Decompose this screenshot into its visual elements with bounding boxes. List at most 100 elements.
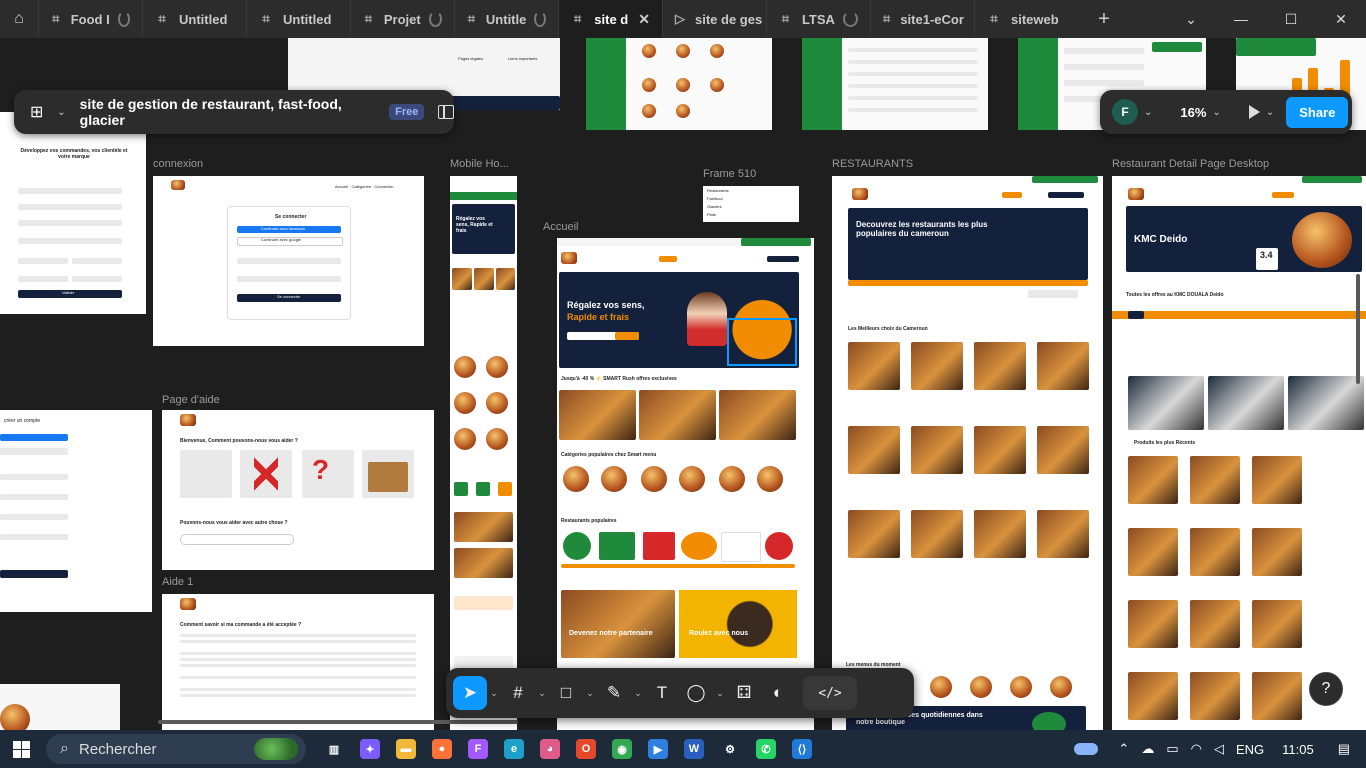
restaurant-card[interactable] (911, 342, 963, 390)
restaurant-card[interactable] (974, 426, 1026, 474)
restaurant-card[interactable] (1037, 426, 1089, 474)
horizontal-scrollbar[interactable] (158, 720, 518, 724)
word-icon[interactable]: W (676, 734, 712, 764)
tab-6[interactable]: ▷ site de ges (662, 0, 766, 38)
taskbar-search[interactable]: ⌕ Rechercher (46, 734, 306, 764)
media-player-icon[interactable]: ▶ (640, 734, 676, 764)
tab-9[interactable]: ⌗ siteweb (974, 0, 1084, 38)
present-chevron-icon[interactable]: ⌄ (1266, 107, 1274, 118)
battery-icon[interactable]: ▭ (1166, 741, 1178, 757)
restaurant-card[interactable] (911, 510, 963, 558)
plugin-tool-icon[interactable]: ◐ (761, 676, 795, 710)
figma-menu-icon[interactable]: ⊞ (30, 102, 53, 122)
frame-label-aide[interactable]: Page d'aide (162, 394, 220, 406)
copilot-icon[interactable]: ✦ (352, 734, 388, 764)
maximize-button[interactable]: ☐ (1266, 0, 1316, 38)
chevron-down-icon[interactable]: ⌄ (713, 688, 727, 699)
frame-restaurant-detail[interactable]: KMC Deido 3.4 Toutes les offres au KMC D… (1112, 176, 1366, 730)
avatar[interactable]: F (1112, 99, 1138, 125)
product-card[interactable] (1252, 600, 1302, 648)
tab-3[interactable]: ⌗ Projet (350, 0, 454, 38)
move-tool-icon[interactable]: ➤ (453, 676, 487, 710)
new-tab-button[interactable]: + (1084, 8, 1124, 31)
tab-0[interactable]: ⌗ Food I (38, 0, 142, 38)
sidebar-toggle-icon[interactable] (438, 105, 454, 119)
text-tool-icon[interactable]: T (645, 676, 679, 710)
onedrive-icon[interactable]: ☁ (1141, 741, 1154, 757)
product-card[interactable] (1128, 672, 1178, 720)
frame-connexion[interactable]: Accueil · Catégories · Connexion Se conn… (153, 176, 424, 346)
minimize-button[interactable]: — (1216, 0, 1266, 38)
chrome-icon[interactable]: ◉ (604, 734, 640, 764)
office-icon[interactable]: O (568, 734, 604, 764)
windows-start-icon[interactable] (0, 740, 42, 758)
product-card[interactable] (1128, 600, 1178, 648)
product-card[interactable] (1128, 456, 1178, 504)
product-card[interactable] (1190, 600, 1240, 648)
frame-label-accueil[interactable]: Accueil (543, 221, 578, 233)
product-card[interactable] (1252, 672, 1302, 720)
tab-5[interactable]: ⌗ site d ✕ (558, 0, 662, 38)
frame-aide-1[interactable]: Comment savoir si ma commande a été acce… (162, 594, 434, 730)
comment-tool-icon[interactable]: ◯ (679, 676, 713, 710)
share-button[interactable]: Share (1286, 96, 1349, 128)
frame-label-mobile[interactable]: Mobile Ho... (450, 158, 509, 170)
frame-dashboard-2[interactable] (802, 38, 988, 130)
frame-signup[interactable]: Développez vos commandes, vos clientèle … (0, 112, 146, 314)
restaurant-card[interactable] (974, 510, 1026, 558)
frame-dashboard-1[interactable] (586, 38, 772, 130)
edge-icon[interactable]: e (496, 734, 532, 764)
product-card[interactable] (1128, 528, 1178, 576)
zoom-chevron-icon[interactable]: ⌄ (1212, 107, 1220, 118)
chevron-down-icon[interactable]: ⌄ (57, 107, 65, 118)
plan-badge[interactable]: Free (389, 104, 425, 120)
tab-1[interactable]: ⌗ Untitled (142, 0, 246, 38)
help-button[interactable]: ? (1309, 672, 1343, 706)
present-play-icon[interactable] (1248, 105, 1260, 119)
firefox-icon[interactable]: ● (424, 734, 460, 764)
chevron-up-icon[interactable]: ⌃ (1118, 741, 1129, 757)
frame-label-aide1[interactable]: Aide 1 (162, 576, 193, 588)
paint-icon[interactable]: ◕ (532, 734, 568, 764)
restaurant-card[interactable] (974, 342, 1026, 390)
chevron-down-icon[interactable]: ⌄ (535, 688, 549, 699)
frame-accueil[interactable]: Régalez vos sens, Rapide et frais Jusqu'… (557, 238, 814, 730)
frame-label-detail[interactable]: Restaurant Detail Page Desktop (1112, 158, 1269, 170)
restaurant-card[interactable] (911, 426, 963, 474)
product-card[interactable] (1252, 528, 1302, 576)
restaurant-card[interactable] (848, 510, 900, 558)
frame-signup-2[interactable]: créer un compte (0, 410, 152, 612)
frame-tool-icon[interactable]: # (501, 676, 535, 710)
actions-tool-icon[interactable]: ⚃ (727, 676, 761, 710)
home-icon[interactable]: ⌂ (0, 0, 38, 38)
volume-icon[interactable]: ◁ (1214, 741, 1224, 757)
frame-label-connexion[interactable]: connexion (153, 158, 203, 170)
frame-label-510[interactable]: Frame 510 (703, 168, 756, 180)
tab-7[interactable]: ⌗ LTSA (766, 0, 870, 38)
language-indicator[interactable]: ENG (1236, 742, 1264, 757)
clock[interactable]: 11:05 (1282, 742, 1314, 757)
pen-tool-icon[interactable]: ✎ (597, 676, 631, 710)
notifications-icon[interactable]: ▤ (1338, 741, 1350, 757)
product-card[interactable] (1190, 672, 1240, 720)
weather-icon[interactable] (1074, 743, 1099, 755)
wifi-icon[interactable]: ◠ (1191, 741, 1202, 757)
settings-icon[interactable]: ⚙ (712, 734, 748, 764)
chevron-down-icon[interactable]: ⌄ (1144, 107, 1152, 118)
chevron-down-icon[interactable]: ⌄ (487, 688, 501, 699)
tab-2[interactable]: ⌗ Untitled (246, 0, 350, 38)
restaurant-card[interactable] (848, 426, 900, 474)
frame-mobile-home[interactable]: Régalez vos sens, Rapide et frais (450, 176, 517, 730)
vscode-icon[interactable]: ⟨⟩ (784, 734, 820, 764)
chevron-down-icon[interactable]: ⌄ (583, 688, 597, 699)
rectangle-tool-icon[interactable]: □ (549, 676, 583, 710)
dev-mode-toggle[interactable]: </> (803, 676, 857, 710)
restaurant-card[interactable] (1037, 342, 1089, 390)
file-explorer-icon[interactable]: ▬ (388, 734, 424, 764)
zoom-level[interactable]: 16% (1180, 105, 1206, 120)
restaurant-card[interactable] (848, 342, 900, 390)
frame-restaurants[interactable]: Decouvrez les restaurants les plus popul… (832, 176, 1103, 730)
frame-510[interactable]: Restaurants Fastfood Glaciers Plats (703, 186, 799, 222)
file-name[interactable]: site de gestion de restaurant, fast-food… (80, 96, 382, 128)
vertical-scrollbar[interactable] (1356, 274, 1360, 384)
